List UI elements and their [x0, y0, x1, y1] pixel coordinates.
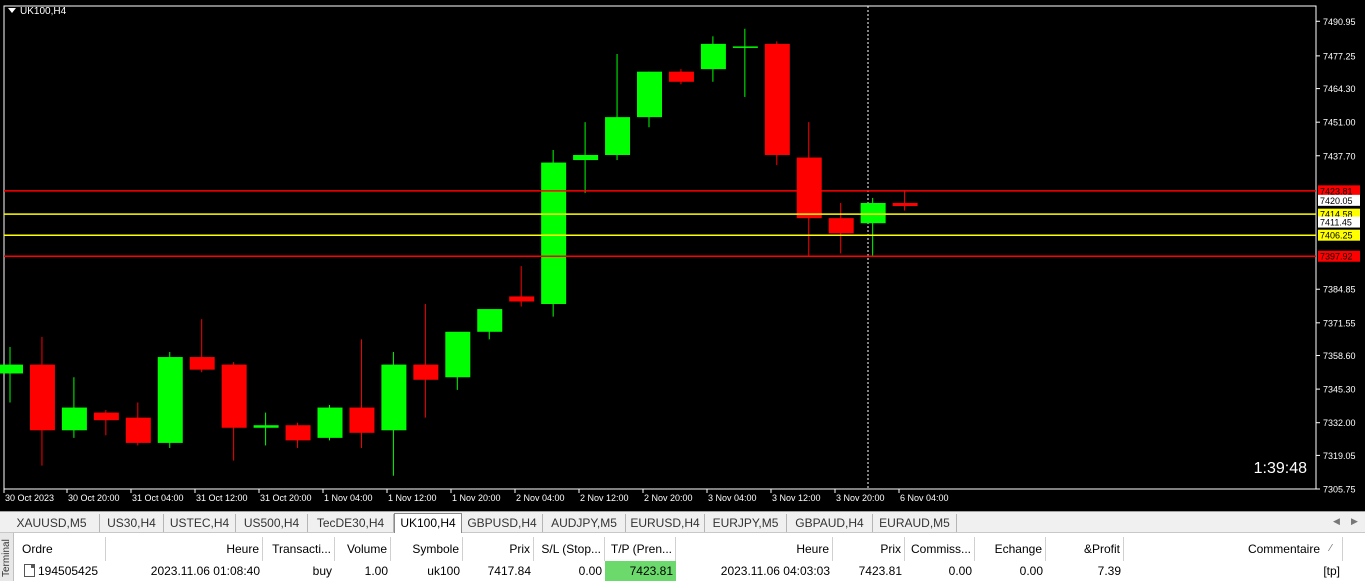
terminal-panel: Terminal Ordre Heure Transacti... Volume Sym… — [0, 533, 1365, 581]
x-tick-label: 31 Oct 12:00 — [196, 493, 248, 503]
price-tag-text: 7411.45 — [1320, 218, 1352, 228]
candle-body — [700, 43, 726, 70]
y-tick-label: 7477.25 — [1323, 51, 1356, 61]
terminal-side-label: Terminal — [1, 539, 12, 577]
cell-prix: 7417.84 — [487, 564, 531, 578]
chart-symbol-label: UK100,H4 — [8, 6, 66, 17]
x-tick-label: 1 Nov 12:00 — [388, 493, 437, 503]
y-tick-label: 7384.85 — [1323, 285, 1356, 295]
candle-body — [605, 117, 631, 156]
bar-countdown: 1:39:48 — [1253, 460, 1307, 477]
candle-body — [0, 364, 23, 374]
candle-body — [93, 412, 119, 421]
candle-body — [509, 296, 535, 302]
candle-body — [157, 357, 183, 443]
chart-window[interactable]: 7423.81 7414.58 7406.25 7397.92 7420.05 7411.… — [0, 0, 1365, 511]
candle-body — [796, 157, 822, 219]
candle-body — [637, 71, 662, 118]
cell-heure-close: 2023.11.06 04:03:03 — [720, 564, 830, 578]
cell-heure: 2023.11.06 01:08:40 — [150, 564, 260, 578]
x-tick-label: 31 Oct 04:00 — [132, 493, 184, 503]
order-document-icon — [24, 564, 35, 577]
candle-body — [381, 364, 407, 431]
x-tick-label: 3 Nov 20:00 — [836, 493, 885, 503]
cell-profit: 7.39 — [1097, 564, 1121, 578]
cell-commentaire: [tp] — [1323, 564, 1340, 578]
tab-us30-h4[interactable]: US30,H4 — [100, 514, 164, 532]
candle-body — [892, 202, 918, 207]
candle-body — [828, 218, 854, 234]
y-tick-label: 7464.30 — [1323, 84, 1356, 94]
tab-tecde30-h4[interactable]: TecDE30,H4 — [308, 514, 394, 532]
tab-us500-h4[interactable]: US500,H4 — [236, 514, 308, 532]
candle-body — [29, 364, 55, 431]
candle-body — [125, 417, 151, 443]
candle-body — [317, 407, 343, 438]
chart-tabs-bar: XAUUSD,M5 US30,H4 USTEC,H4 US500,H4 TecDE30,… — [0, 511, 1365, 533]
cell-volume: 1.00 — [364, 564, 388, 578]
cell-transaction: buy — [312, 564, 332, 578]
y-tick-label: 7332.00 — [1323, 418, 1356, 428]
price-tag-text: 7420.05 — [1320, 196, 1353, 206]
price-chart[interactable]: 7423.817414.587406.257397.927420.057411.… — [0, 0, 1365, 511]
table-row[interactable]: 194505425 2023.11.06 01:08:40 buy 1.00 uk100… — [14, 533, 1365, 581]
x-tick-label: 1 Nov 20:00 — [452, 493, 501, 503]
candle-body — [445, 331, 471, 378]
tab-eurjpy-m5[interactable]: EURJPY,M5 — [705, 514, 787, 532]
y-tick-label: 7305.75 — [1323, 485, 1356, 495]
tab-gbpaud-h4[interactable]: GBPAUD,H4 — [787, 514, 873, 532]
candle-body — [349, 407, 375, 433]
candle-body — [413, 364, 439, 380]
terminal-sidebar[interactable]: Terminal — [0, 533, 14, 581]
y-tick-label: 7345.30 — [1323, 385, 1356, 395]
x-tick-label: 2 Nov 20:00 — [644, 493, 693, 503]
y-tick-label: 7319.05 — [1323, 451, 1356, 461]
x-tick-label: 30 Oct 20:00 — [68, 493, 120, 503]
tab-audjpy-m5[interactable]: AUDJPY,M5 — [543, 514, 626, 532]
candle-body — [221, 364, 247, 428]
candle-body — [253, 425, 279, 428]
cell-tp: 7423.81 — [605, 561, 676, 581]
cell-prix-close: 7423.81 — [858, 564, 902, 578]
y-tick-label: 7371.55 — [1323, 318, 1356, 328]
tab-uk100-h4[interactable]: UK100,H4 — [394, 513, 462, 533]
tab-xauusd-m5[interactable]: XAUUSD,M5 — [4, 514, 100, 532]
x-tick-label: 2 Nov 04:00 — [516, 493, 565, 503]
candle-body — [764, 43, 790, 156]
y-tick-label: 7451.00 — [1323, 118, 1356, 128]
cell-symbole: uk100 — [427, 564, 460, 578]
x-tick-label: 1 Nov 04:00 — [324, 493, 373, 503]
candle-body — [573, 155, 599, 161]
tabs-scroll-right-icon[interactable]: ▶ — [1351, 516, 1358, 527]
candle-body — [732, 46, 758, 48]
level-price-tag-text: 7406.25 — [1320, 231, 1353, 241]
y-tick-label: 7490.95 — [1323, 17, 1356, 27]
tab-euraud-m5[interactable]: EURAUD,M5 — [873, 514, 957, 532]
candle-body — [541, 162, 567, 305]
level-price-tag-text: 7397.92 — [1320, 252, 1353, 262]
y-tick-label: 7437.70 — [1323, 151, 1356, 161]
candle-body — [189, 357, 215, 370]
x-tick-label: 30 Oct 2023 — [5, 493, 54, 503]
cell-commission: 0.00 — [948, 564, 972, 578]
cell-echange: 0.00 — [1019, 564, 1043, 578]
cell-sl: 0.00 — [578, 564, 602, 578]
x-tick-label: 6 Nov 04:00 — [900, 493, 949, 503]
candle-body — [477, 309, 503, 332]
y-tick-label: 7358.60 — [1323, 351, 1356, 361]
x-tick-label: 31 Oct 20:00 — [260, 493, 312, 503]
tab-eurusd-h4[interactable]: EURUSD,H4 — [626, 514, 705, 532]
chevron-down-icon[interactable] — [8, 8, 16, 13]
tab-gbpusd-h4[interactable]: GBPUSD,H4 — [462, 514, 543, 532]
candle-body — [285, 425, 311, 441]
x-tick-label: 3 Nov 12:00 — [772, 493, 821, 503]
x-tick-label: 3 Nov 04:00 — [708, 493, 757, 503]
tabs-scroll-left-icon[interactable]: ◀ — [1333, 516, 1340, 527]
x-tick-label: 2 Nov 12:00 — [580, 493, 629, 503]
candle-body — [61, 407, 87, 431]
tab-ustec-h4[interactable]: USTEC,H4 — [164, 514, 236, 532]
symbol-text: UK100,H4 — [20, 6, 67, 17]
candle-body — [860, 202, 886, 224]
candle-body — [668, 71, 694, 82]
